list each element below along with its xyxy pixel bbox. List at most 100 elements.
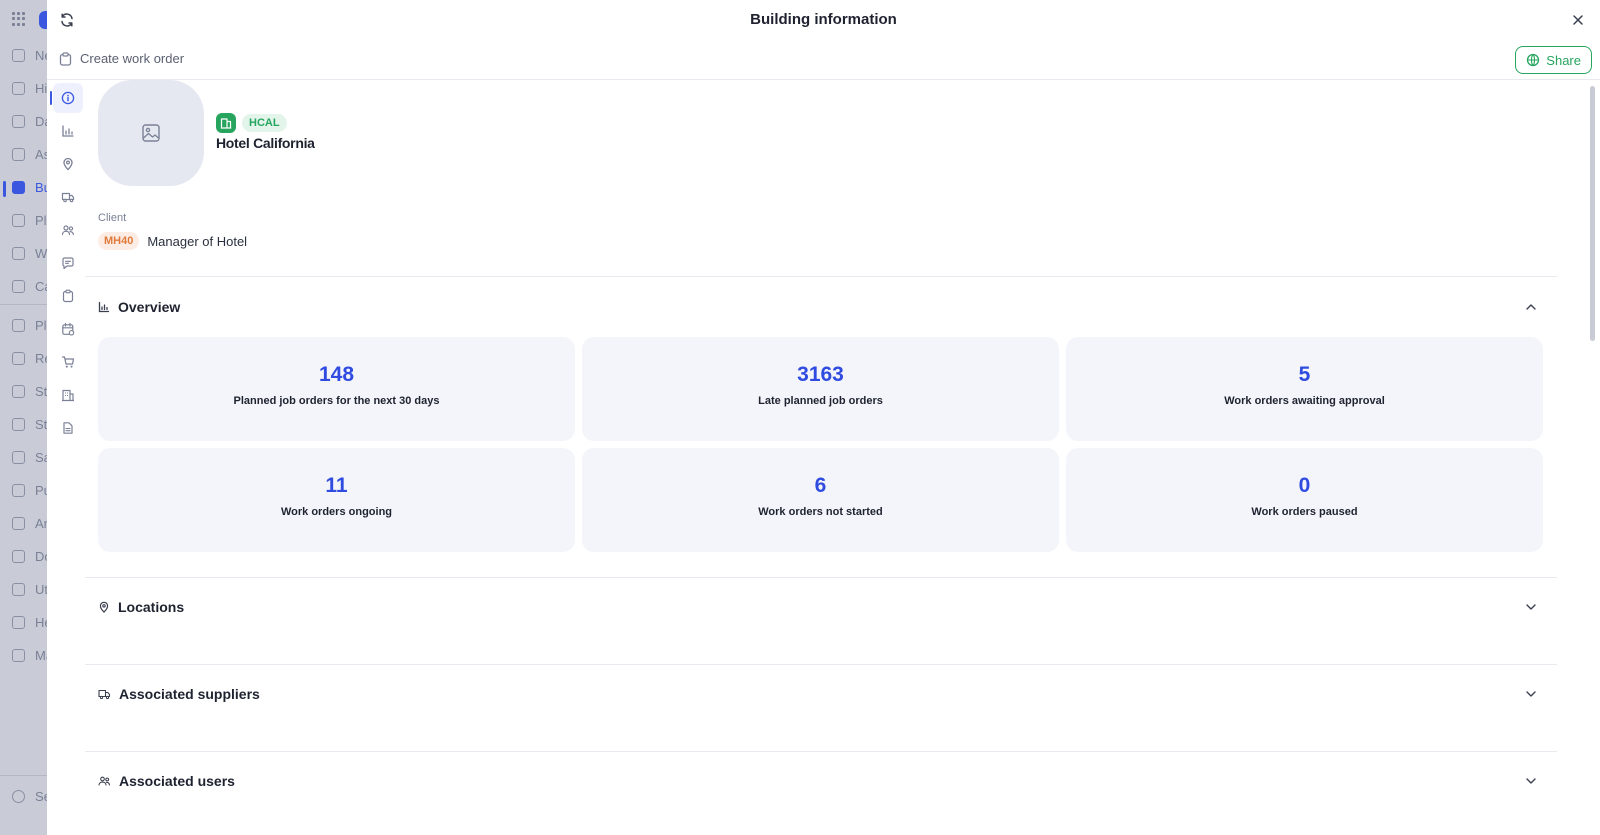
stat-value: 148 <box>318 363 355 386</box>
stat-card[interactable]: 0 Work orders paused <box>1066 448 1543 552</box>
chevron-down-icon[interactable] <box>1524 687 1538 701</box>
sidebar-divider <box>0 304 47 305</box>
section-divider <box>85 751 1557 752</box>
clipboard-icon <box>59 51 72 66</box>
building-name: Hotel California <box>216 135 315 151</box>
sidebar-item[interactable]: An <box>12 514 47 532</box>
section-divider <box>85 276 1557 277</box>
sidebar-item[interactable]: Do <box>12 547 47 565</box>
bell-icon <box>12 351 25 365</box>
sidebar-item[interactable]: St <box>12 382 47 400</box>
building-photo-placeholder[interactable] <box>98 80 204 186</box>
clipboard-icon <box>12 246 25 260</box>
sidebar-item[interactable]: Ca <box>12 277 47 295</box>
app-logo <box>39 11 47 29</box>
locations-section-header[interactable]: Locations <box>98 596 1538 618</box>
truck-icon <box>98 689 111 700</box>
location-icon <box>99 601 109 613</box>
sidebar-item[interactable]: As <box>12 145 47 163</box>
stat-card[interactable]: 148 Planned job orders for the next 30 d… <box>98 337 575 441</box>
chevron-up-icon[interactable] <box>1524 300 1538 314</box>
sidebar-item[interactable]: Ma <box>12 646 47 664</box>
document-icon <box>63 422 73 434</box>
create-work-order-button[interactable]: Create work order <box>59 51 184 66</box>
sidebar-item[interactable]: Da <box>12 112 47 130</box>
globe-icon <box>1527 53 1540 67</box>
section-nav-rail <box>47 80 86 835</box>
sidebar-item[interactable]: Pl <box>12 316 47 334</box>
stat-card[interactable]: 11 Work orders ongoing <box>98 448 575 552</box>
stat-caption: Work orders awaiting approval <box>1224 395 1385 407</box>
sidebar-item[interactable]: Hi <box>12 79 47 97</box>
stat-caption: Work orders paused <box>1251 506 1358 518</box>
users-icon <box>12 384 25 398</box>
sidebar-item[interactable]: Pu <box>12 481 47 499</box>
sidebar-item[interactable]: Sa <box>12 448 47 466</box>
content-scrollbar[interactable] <box>1590 86 1595 341</box>
stat-card[interactable]: 3163 Late planned job orders <box>582 337 1059 441</box>
clock-icon <box>12 81 25 95</box>
sidebar-item[interactable]: He <box>12 613 47 631</box>
document-icon <box>12 549 25 563</box>
users-title: Associated users <box>119 773 235 789</box>
panel-content[interactable]: HCAL Hotel California Client MH40 Manage… <box>85 80 1557 835</box>
client-name[interactable]: Manager of Hotel <box>147 234 247 249</box>
sidebar-item[interactable]: W <box>12 244 47 262</box>
truck-icon <box>61 192 75 203</box>
building-icon <box>12 180 25 194</box>
stat-caption: Work orders not started <box>758 506 883 518</box>
rail-item-users[interactable] <box>53 215 83 245</box>
users-icon <box>61 225 74 236</box>
sidebar-item[interactable]: Ne <box>12 46 47 64</box>
app-grid-icon[interactable] <box>12 12 26 26</box>
sidebar-item[interactable]: Pl <box>12 211 47 229</box>
clipboard-icon <box>62 289 74 303</box>
rail-item-messages[interactable] <box>53 248 83 278</box>
calendar-icon <box>12 213 25 227</box>
rail-item-purchases[interactable] <box>53 347 83 377</box>
rail-item-suppliers[interactable] <box>53 182 83 212</box>
overview-title: Overview <box>118 299 181 315</box>
stat-value: 11 <box>325 474 348 497</box>
suppliers-title: Associated suppliers <box>119 686 260 702</box>
home-icon <box>12 615 25 629</box>
pin-icon <box>12 648 25 662</box>
info-icon <box>61 91 75 105</box>
bolt-icon <box>12 582 25 596</box>
suppliers-section-header[interactable]: Associated suppliers <box>98 683 1538 705</box>
stat-card[interactable]: 5 Work orders awaiting approval <box>1066 337 1543 441</box>
sidebar-item[interactable]: Re <box>12 349 47 367</box>
rail-item-info[interactable] <box>53 83 83 113</box>
calendar-check-icon <box>62 322 75 336</box>
gear-icon <box>12 789 25 803</box>
rail-item-planning[interactable] <box>53 314 83 344</box>
rail-item-work-orders[interactable] <box>53 281 83 311</box>
chevron-down-icon[interactable] <box>1524 774 1538 788</box>
sidebar-divider <box>0 775 47 776</box>
globe-icon <box>12 48 25 62</box>
sidebar-item-buildings[interactable]: Bu <box>12 178 47 196</box>
chart-icon <box>98 301 110 313</box>
building-code-tag: HCAL <box>242 114 287 132</box>
overview-section-header[interactable]: Overview <box>98 296 1538 318</box>
sidebar-item-settings[interactable]: Se <box>12 787 47 805</box>
stat-card[interactable]: 6 Work orders not started <box>582 448 1059 552</box>
chevron-down-icon[interactable] <box>1524 600 1538 614</box>
rail-item-locations[interactable] <box>53 149 83 179</box>
cart-icon <box>61 356 75 368</box>
share-label: Share <box>1546 52 1581 68</box>
share-button[interactable]: Share <box>1515 46 1592 74</box>
rail-active-indicator <box>50 91 52 105</box>
stat-value: 0 <box>1298 474 1311 497</box>
rail-item-documents[interactable] <box>53 413 83 443</box>
action-bar: Create work order Share <box>47 40 1600 80</box>
sidebar-item[interactable]: St <box>12 415 47 433</box>
sidebar-item[interactable]: Ut <box>12 580 47 598</box>
users-section-header[interactable]: Associated users <box>98 770 1538 792</box>
stat-caption: Planned job orders for the next 30 days <box>233 395 440 407</box>
close-icon[interactable] <box>1570 12 1586 28</box>
rail-item-overview[interactable] <box>53 116 83 146</box>
rail-item-building[interactable] <box>53 380 83 410</box>
stat-value: 5 <box>1298 363 1311 386</box>
client-code-tag: MH40 <box>98 232 140 250</box>
